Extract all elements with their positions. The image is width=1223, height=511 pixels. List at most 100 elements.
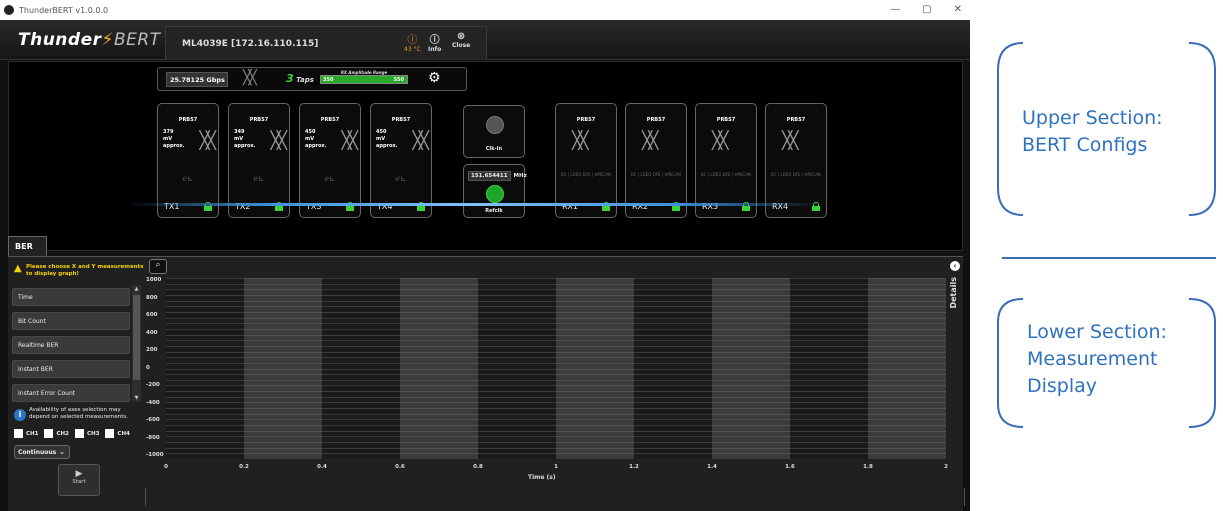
start-button[interactable]: ▶ Start bbox=[58, 464, 100, 496]
tx-pattern: PRBS7 bbox=[249, 117, 269, 123]
rx-options: BC | LDEQ DFE | HPECAN bbox=[701, 172, 751, 177]
close-circle-icon: ⊗ bbox=[456, 31, 466, 42]
rx-card-4[interactable]: PRBS7 ╳╳ BC | LDEQ DFE | HPECAN RX4 bbox=[765, 103, 827, 218]
y-tick-label: 400 bbox=[146, 329, 158, 336]
measurement-scrollbar[interactable]: ▲ ▼ bbox=[132, 285, 141, 402]
x-tick-label: 0.6 bbox=[395, 464, 405, 470]
rx-options: BC | LDEQ DFE | HPECAN bbox=[561, 172, 611, 177]
details-panel-toggle[interactable]: ‹ Details bbox=[948, 259, 962, 439]
eye-diagram-icon: ╳╳ bbox=[270, 131, 288, 151]
refclk-indicator bbox=[486, 185, 504, 203]
measurement-item[interactable]: Realtime BER bbox=[12, 336, 130, 354]
device-tab[interactable]: ML4039E [172.16.110.115] ⓘ 43 °C ⓘ Info … bbox=[165, 26, 487, 60]
info-button[interactable]: ⓘ Info bbox=[428, 31, 441, 53]
maximize-button[interactable]: ▢ bbox=[922, 4, 931, 15]
close-device-button[interactable]: ⊗ Close bbox=[452, 31, 470, 49]
close-window-button[interactable]: ✕ bbox=[954, 4, 962, 15]
data-rate-field[interactable]: 25.78125 Gbps bbox=[166, 72, 228, 87]
grid-line bbox=[166, 323, 946, 325]
channel-checkbox-4[interactable]: CH4 bbox=[105, 429, 130, 438]
grid-line bbox=[166, 396, 946, 398]
rx-card-3[interactable]: PRBS7 ╳╳ BC | LDEQ DFE | HPECAN RX3 bbox=[695, 103, 757, 218]
grid-line bbox=[166, 334, 946, 336]
refclk-card[interactable]: 151.654411 MHz Refclk bbox=[463, 164, 527, 218]
channel-checkbox-2[interactable]: CH2 bbox=[44, 429, 69, 438]
y-tick-label: 600 bbox=[146, 312, 158, 318]
rx-range-min: 350 bbox=[323, 77, 334, 83]
tx-pattern: PRBS7 bbox=[320, 117, 340, 123]
measurement-item[interactable]: Time bbox=[12, 288, 130, 306]
grid-line bbox=[166, 306, 946, 308]
clk-in-card[interactable]: Clk-In bbox=[463, 105, 525, 158]
chevron-left-icon: ‹ bbox=[950, 261, 960, 271]
x-tick-label: 1.8 bbox=[863, 464, 873, 470]
grid-line bbox=[166, 436, 946, 438]
grid-line bbox=[166, 385, 946, 387]
x-tick-label: 1 bbox=[554, 464, 558, 470]
info-circle-icon: i bbox=[14, 409, 26, 421]
tab-ber[interactable]: BER bbox=[8, 236, 47, 256]
rx-card-2[interactable]: PRBS7 ╳╳ BC | LDEQ DFE | HPECAN RX2 bbox=[625, 103, 687, 218]
device-name: ML4039E [172.16.110.115] bbox=[182, 39, 319, 49]
grid-line bbox=[166, 442, 946, 444]
tx-amplitude: 349 mV approx. bbox=[234, 129, 256, 149]
grid-line bbox=[166, 413, 946, 415]
scroll-up-icon[interactable]: ▲ bbox=[132, 286, 141, 292]
x-tick-label: 0 bbox=[164, 464, 168, 470]
rx-pattern: PRBS7 bbox=[576, 117, 596, 123]
channel-checkbox-1[interactable]: CH1 bbox=[14, 429, 38, 438]
tx-card-1[interactable]: PRBS7 379 mV approx. ╳╳ ℯ⊾ TX1 bbox=[157, 103, 219, 218]
grid-line bbox=[166, 453, 946, 455]
x-tick-label: 0.8 bbox=[473, 464, 483, 470]
grid-line bbox=[166, 357, 946, 359]
ref-frequency[interactable]: 151.654411 MHz bbox=[468, 171, 527, 181]
annotation-divider bbox=[1002, 257, 1216, 259]
y-tick-label: -800 bbox=[146, 434, 160, 441]
info-icon: ⓘ bbox=[429, 35, 440, 46]
scroll-down-icon[interactable]: ▼ bbox=[132, 395, 141, 401]
settings-gear-icon[interactable]: ⚙ bbox=[428, 70, 441, 86]
y-tick-label: -200 bbox=[146, 382, 160, 388]
eye-diagram-icon: ╳╳ bbox=[782, 131, 799, 151]
section-glow-divider bbox=[128, 203, 818, 206]
rx-pattern: PRBS7 bbox=[716, 117, 736, 123]
lower-section-annotation: Lower Section: Measurement Display bbox=[1027, 321, 1167, 397]
rx-range-bar[interactable]: 350 550 bbox=[320, 75, 408, 84]
minimize-button[interactable]: — bbox=[890, 4, 900, 15]
rx-card-1[interactable]: PRBS7 ╳╳ BC | LDEQ DFE | HPECAN RX1 bbox=[555, 103, 617, 218]
mode-select[interactable]: Continuous ⌄ bbox=[14, 445, 70, 459]
graph-horizontal-scroll[interactable] bbox=[145, 488, 965, 506]
tx-card-4[interactable]: PRBS7 450 mV approx. ╳╳ ℯ⊾ TX4 bbox=[370, 103, 432, 218]
x-tick-label: 1.2 bbox=[629, 464, 639, 470]
window-titlebar: ThunderBERT v1.0.0.0 — ▢ ✕ bbox=[0, 0, 970, 20]
zoom-icon[interactable]: ⌕ bbox=[149, 259, 167, 274]
taps-setting[interactable]: 3 Taps bbox=[286, 72, 314, 85]
rx-amplitude-range[interactable]: RX Amplitude Range 350 550 bbox=[320, 70, 408, 84]
eye-diagram-icon: ╳╳ bbox=[642, 131, 659, 151]
measurement-item[interactable]: Bit Count bbox=[12, 312, 130, 330]
start-label: Start bbox=[72, 479, 86, 485]
temperature-value: 43 °C bbox=[404, 46, 421, 53]
tx-card-3[interactable]: PRBS7 450 mV approx. ╳╳ ℯ⊾ TX3 bbox=[299, 103, 361, 218]
warning-icon: ▲ bbox=[14, 263, 22, 274]
grid-line bbox=[166, 340, 946, 342]
rx-options: BC | LDEQ DFE | HPECAN bbox=[631, 172, 681, 177]
y-tick-label: -400 bbox=[146, 399, 160, 406]
y-tick-label: -1000 bbox=[146, 452, 164, 458]
grid-line bbox=[166, 402, 946, 404]
grid-line bbox=[166, 368, 946, 370]
grid-line bbox=[166, 374, 946, 376]
tx-card-2[interactable]: PRBS7 349 mV approx. ╳╳ ℯ⊾ TX2 bbox=[228, 103, 290, 218]
scroll-thumb[interactable] bbox=[133, 295, 140, 380]
grid-line bbox=[166, 328, 946, 330]
tx-amplitude: 450 mV approx. bbox=[376, 129, 398, 149]
channel-checkbox-3[interactable]: CH3 bbox=[74, 429, 99, 438]
play-icon: ▶ bbox=[75, 469, 83, 479]
app-icon bbox=[4, 5, 14, 15]
grid-line bbox=[166, 362, 946, 364]
temperature-icon: ⓘ bbox=[407, 35, 418, 46]
measurement-item[interactable]: Instant BER bbox=[12, 360, 130, 378]
app-header: Thunder⚡BERT ML4039E [172.16.110.115] ⓘ … bbox=[0, 20, 970, 60]
measurement-item[interactable]: Instant Error Count bbox=[12, 384, 130, 402]
x-axis-label: Time (s) bbox=[528, 474, 556, 481]
